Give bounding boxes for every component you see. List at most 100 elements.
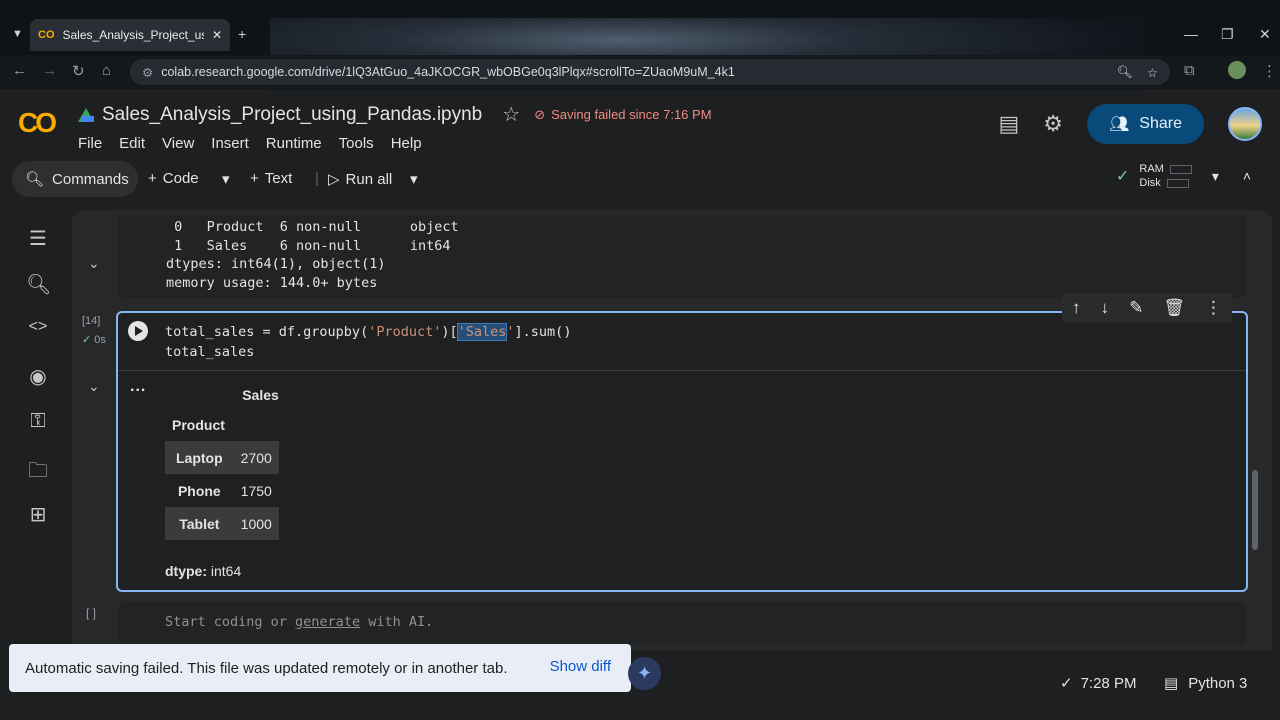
menu-insert[interactable]: Insert [211,135,249,152]
toolbar-divider: | [315,170,319,187]
menu-view[interactable]: View [162,135,194,152]
browser-tab[interactable]: CO Sales_Analysis_Project_using_Pa ✕ [30,19,230,51]
add-code-button[interactable]: + Code [148,170,199,187]
url-text: colab.research.google.com/drive/1lQ3AtGu… [161,65,735,79]
code-snippets-icon[interactable]: <> [26,318,50,336]
table-row: Laptop 2700 [165,441,279,474]
add-text-label: Text [264,170,293,187]
commands-button[interactable]: 🔍︎ Commands [12,161,138,197]
delete-trash-icon[interactable]: 🗑︎ [1163,298,1185,318]
execution-count: [14] [82,315,101,327]
minimize-icon[interactable]: — [1184,26,1198,42]
zoom-icon[interactable]: 🔍︎ [1117,65,1133,80]
collapse-output-chevron-icon[interactable]: ⌄ [88,255,100,272]
browser-menu-icon[interactable]: ⋮ [1262,62,1277,80]
left-sidebar: ☰ 🔍︎ <> ◉ ⚿ 🗀 ⊞ [0,210,72,650]
empty-cell-count[interactable]: [ ] [86,606,96,620]
gemini-sparkle-icon[interactable]: ✦ [628,657,661,690]
output-line: dtypes: int64(1), object(1) [166,256,386,272]
run-cell-button[interactable] [128,321,148,341]
ram-meter [1169,164,1192,174]
menu-runtime[interactable]: Runtime [266,135,322,152]
move-cell-down-icon[interactable]: ↓ [1101,298,1110,318]
tab-search-icon[interactable]: ▼ [12,28,23,40]
notebook-title[interactable]: Sales_Analysis_Project_using_Pandas.ipyn… [102,104,482,126]
chevron-down-icon: ▾ [410,171,418,188]
row-index: Laptop [165,441,234,474]
execution-time: ✓ 0s [82,333,106,346]
code-editor[interactable]: total_sales = df.groupby('Product')['Sal… [165,322,571,362]
save-status-text: Saving failed since 7:16 PM [551,107,712,122]
site-info-icon[interactable]: ⚙ [142,65,153,80]
colab-logo[interactable]: CO [18,107,57,139]
close-tab-icon[interactable]: ✕ [212,28,222,42]
output-line: 0 Product 6 non-null object [166,219,459,235]
code-token: total_sales [165,344,255,360]
star-icon[interactable]: ☆ [502,102,520,127]
home-icon[interactable]: ⌂ [102,62,111,79]
reload-icon[interactable]: ↻ [72,62,85,80]
add-text-button[interactable]: + Text [250,170,292,187]
data-table-icon[interactable]: ⊞ [26,502,50,527]
runtime-label: Python 3 [1188,674,1248,692]
show-diff-button[interactable]: Show diff [550,658,611,675]
notebook-title-bar: Sales_Analysis_Project_using_Pandas.ipyn… [78,102,712,127]
output-actions-icon[interactable]: ... [130,378,146,396]
share-button[interactable]: 👥︎ Share [1086,104,1204,144]
runtime-indicator[interactable]: ▤ Python 3 [1164,674,1248,693]
maximize-icon[interactable]: ❐ [1221,26,1234,43]
comments-icon[interactable]: ▤ [998,111,1019,137]
files-folder-icon[interactable]: 🗀 [26,456,50,490]
tab-title: Sales_Analysis_Project_using_Pa [62,28,204,42]
code-token: ].sum() [514,324,572,340]
row-value: 1000 [233,507,279,540]
table-row: Phone 1750 [165,474,279,507]
more-options-icon[interactable]: ⋮ [1205,298,1222,318]
close-window-icon[interactable]: ✕ [1259,26,1271,43]
secrets-key-icon[interactable]: ⚿ [26,410,50,433]
google-drive-icon [78,107,94,122]
table-of-contents-icon[interactable]: ☰ [26,226,50,251]
forward-icon[interactable]: → [42,62,57,79]
extensions-icon[interactable]: ⧉ [1184,62,1195,79]
code-token: total_sales = df.groupby( [165,324,369,340]
add-code-dropdown[interactable]: ▾ [222,170,230,188]
variables-icon[interactable]: ◉ [26,364,50,389]
run-all-dropdown[interactable]: ▾ [410,170,418,188]
generate-link[interactable]: generate [295,614,360,630]
check-icon: ✓ [1060,675,1073,692]
save-status[interactable]: ⊘ Saving failed since 7:16 PM [534,107,711,123]
back-icon[interactable]: ← [12,62,27,79]
notebook-scrollbar[interactable] [1252,470,1258,550]
new-tab-icon[interactable]: + [238,26,246,42]
series-output-table: Sales Product Laptop 2700 Phone 1750 Table… [165,385,279,540]
move-cell-up-icon[interactable]: ↑ [1072,298,1081,318]
chevron-down-icon[interactable]: ▾ [1212,168,1219,185]
menu-file[interactable]: File [78,135,102,152]
collapse-output-chevron-icon[interactable]: ⌄ [88,378,100,395]
cell-placeholder[interactable]: Start coding or generate with AI. [165,614,433,630]
cloud-off-icon: ⊘ [534,106,546,122]
settings-gear-icon[interactable]: ⚙ [1043,111,1063,137]
notebook-toolbar: 🔍︎ Commands + Code ▾ + Text | ▷ Run all … [12,161,1268,197]
profile-avatar[interactable] [1228,61,1246,79]
menu-help[interactable]: Help [391,135,422,152]
edit-pencil-icon[interactable]: ✎ [1129,298,1143,318]
selected-code-string: 'Sales [456,323,508,341]
run-all-button[interactable]: ▷ Run all [328,170,393,189]
url-field[interactable]: ⚙ colab.research.google.com/drive/1lQ3At… [130,59,1170,85]
commands-label: Commands [52,170,129,188]
user-avatar[interactable] [1228,107,1262,141]
connected-check-icon: ✓ [1116,168,1130,185]
menu-edit[interactable]: Edit [119,135,145,152]
chevron-up-icon[interactable]: ˄ [1243,168,1251,184]
row-value: 2700 [233,441,279,474]
resources-indicator[interactable]: ✓ RAM Disk ▾ ˄ [1116,163,1251,189]
run-all-label: Run all [345,170,393,188]
menu-tools[interactable]: Tools [339,135,374,152]
plus-icon: + [148,170,157,187]
execution-status[interactable]: ✓ 7:28 PM [1060,674,1136,693]
find-replace-icon[interactable]: 🔍︎ [26,272,51,297]
bookmark-star-icon[interactable]: ☆ [1147,65,1158,80]
play-icon: ▷ [328,171,340,188]
